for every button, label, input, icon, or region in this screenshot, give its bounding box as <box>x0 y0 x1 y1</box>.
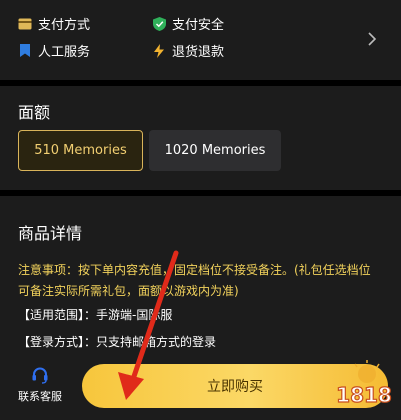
human-service-item: 人工服务 <box>18 41 90 60</box>
bottom-action-bar: 联系客服 立即购买 1818 <box>0 352 401 420</box>
payment-safety-label: 支付安全 <box>172 18 225 33</box>
human-service-label: 人工服务 <box>38 45 91 60</box>
amount-option-510[interactable]: 510 Memories <box>18 130 143 171</box>
shield-icon <box>152 16 166 31</box>
chevron-right-icon[interactable] <box>365 30 379 48</box>
notice-text: 注意事项：按下单内容充值，固定档位不接受备注。(礼包任选档位可备注实际所需礼包，… <box>18 263 371 298</box>
amount-card: 面额 510 Memories 1020 Memories <box>0 86 401 190</box>
lightning-icon <box>152 43 166 58</box>
service-guarantees-card[interactable]: 支付方式 支付安全 人工服务 退货退款 <box>0 0 401 80</box>
product-details-card: 商品详情 注意事项：按下单内容充值，固定档位不接受备注。(礼包任选档位可备注实际… <box>0 196 401 356</box>
payment-method-label: 支付方式 <box>38 18 91 33</box>
refund-label: 退货退款 <box>172 45 225 60</box>
applicable-range-text: 【适用范围】：手游端-国际服 <box>18 308 173 322</box>
flag-icon <box>18 43 32 58</box>
details-title: 商品详情 <box>18 224 83 243</box>
headset-icon <box>31 366 49 384</box>
customer-service-label: 联系客服 <box>18 390 62 403</box>
payment-method-item: 支付方式 <box>18 14 90 33</box>
watermark-text: 1818 <box>336 383 392 407</box>
payment-safety-item: 支付安全 <box>152 14 224 33</box>
refund-item: 退货退款 <box>152 41 224 60</box>
card-icon <box>18 17 32 31</box>
login-method-text: 【登录方式】：只支持邮箱方式的登录 <box>18 335 217 349</box>
customer-service-button[interactable]: 联系客服 <box>10 366 70 404</box>
amount-title: 面额 <box>18 103 51 122</box>
watermark-logo: 1818 <box>331 360 397 414</box>
amount-option-1020[interactable]: 1020 Memories <box>149 130 281 171</box>
